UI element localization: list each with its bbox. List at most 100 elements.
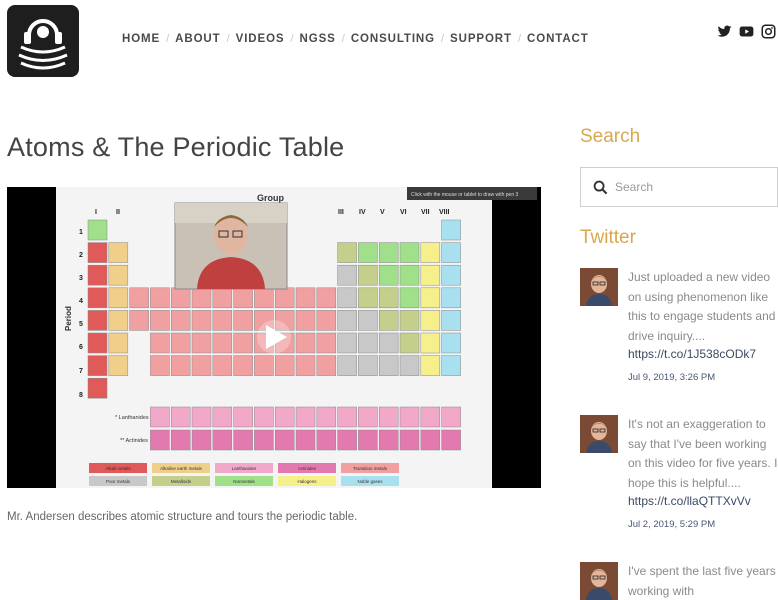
nav-contact[interactable]: CONTACT bbox=[527, 33, 589, 45]
element-cell bbox=[170, 429, 191, 451]
element-cell bbox=[316, 332, 337, 354]
nav-separator: / bbox=[440, 33, 445, 45]
tweet-text: I've spent the last five years working w… bbox=[628, 564, 776, 598]
element-cell bbox=[316, 406, 337, 428]
element-cell bbox=[108, 332, 129, 354]
element-cell bbox=[233, 287, 253, 309]
element-cell bbox=[150, 406, 170, 428]
youtube-icon[interactable] bbox=[739, 24, 754, 39]
element-cell bbox=[150, 310, 170, 331]
nav-separator: / bbox=[517, 33, 522, 45]
element-cell bbox=[212, 429, 233, 451]
group-numeral: VII bbox=[421, 209, 430, 216]
element-cell bbox=[212, 310, 233, 331]
element-cell bbox=[399, 242, 420, 263]
element-cell bbox=[191, 310, 212, 331]
element-cell bbox=[420, 242, 441, 263]
element-cell bbox=[170, 332, 191, 354]
tweet-text: Just uploaded a new video on using pheno… bbox=[628, 270, 776, 343]
element-cell bbox=[87, 355, 108, 376]
site-logo[interactable] bbox=[7, 5, 79, 77]
twitter-icon[interactable] bbox=[717, 24, 732, 39]
avatar[interactable] bbox=[580, 268, 618, 306]
element-cell bbox=[399, 287, 420, 309]
nav-videos[interactable]: VIDEOS bbox=[236, 33, 285, 45]
element-cell bbox=[295, 406, 316, 428]
element-cell bbox=[87, 377, 108, 399]
period-number: 6 bbox=[79, 344, 83, 351]
element-cell bbox=[378, 355, 399, 376]
element-cell bbox=[337, 287, 357, 309]
element-cell bbox=[337, 242, 357, 263]
element-cell bbox=[399, 264, 420, 286]
element-cell bbox=[316, 429, 337, 451]
element-cell bbox=[378, 264, 399, 286]
nav-ngss[interactable]: NGSS bbox=[300, 33, 336, 45]
element-cell bbox=[170, 406, 191, 428]
nav-separator: / bbox=[341, 33, 345, 45]
video-player[interactable]: Click with the mouse or tablet to draw w… bbox=[7, 187, 541, 488]
instagram-icon[interactable] bbox=[761, 24, 776, 39]
element-cell bbox=[316, 355, 337, 376]
element-cell bbox=[233, 429, 253, 451]
element-cell bbox=[441, 332, 461, 354]
tweet-link[interactable]: https://t.co/1J538cODk7 bbox=[628, 347, 756, 361]
period-number: 3 bbox=[79, 275, 83, 282]
element-cell bbox=[358, 406, 378, 428]
avatar[interactable] bbox=[580, 562, 618, 600]
legend-label: Lanthanides bbox=[232, 466, 257, 471]
search-input[interactable] bbox=[615, 176, 765, 198]
nav-separator: / bbox=[290, 33, 294, 45]
element-cell bbox=[378, 332, 399, 354]
element-cell bbox=[399, 332, 420, 354]
element-cell bbox=[274, 287, 295, 309]
group-label: Group bbox=[257, 193, 284, 203]
element-cell bbox=[295, 287, 316, 309]
element-cell bbox=[441, 406, 461, 428]
group-numeral: II bbox=[116, 209, 120, 216]
period-number: 8 bbox=[79, 392, 83, 399]
element-cell bbox=[87, 287, 108, 309]
search-box bbox=[580, 167, 778, 207]
element-cell bbox=[108, 287, 129, 309]
element-cell bbox=[233, 355, 253, 376]
element-cell bbox=[254, 287, 274, 309]
element-cell bbox=[337, 406, 357, 428]
presenter-webcam bbox=[174, 202, 288, 290]
main-nav: HOME / ABOUT / VIDEOS / NGSS / CONSULTIN… bbox=[122, 33, 589, 45]
element-cell bbox=[420, 406, 441, 428]
element-cell bbox=[170, 287, 191, 309]
twitter-heading: Twitter bbox=[580, 227, 636, 248]
nav-consulting[interactable]: CONSULTING bbox=[351, 33, 435, 45]
legend-label: Nonmetals bbox=[233, 479, 255, 484]
search-icon bbox=[593, 180, 608, 195]
element-cell bbox=[191, 406, 212, 428]
element-cell bbox=[420, 429, 441, 451]
nav-about[interactable]: ABOUT bbox=[175, 33, 220, 45]
element-cell bbox=[212, 355, 233, 376]
element-cell bbox=[191, 332, 212, 354]
element-cell bbox=[108, 264, 129, 286]
legend-label: Halogens bbox=[297, 479, 317, 484]
element-cell bbox=[150, 287, 170, 309]
element-cell bbox=[420, 332, 441, 354]
group-numeral: I bbox=[95, 209, 97, 216]
tweet-date[interactable]: Jul 9, 2019, 3:26 PM bbox=[628, 372, 715, 383]
element-cell bbox=[337, 429, 357, 451]
play-icon[interactable] bbox=[257, 320, 291, 354]
nav-support[interactable]: SUPPORT bbox=[450, 33, 512, 45]
period-number: 4 bbox=[79, 298, 83, 305]
element-cell bbox=[108, 242, 129, 263]
social-links bbox=[717, 24, 776, 39]
legend-label: Poor metals bbox=[106, 479, 131, 484]
element-cell bbox=[254, 429, 274, 451]
element-cell bbox=[420, 355, 441, 376]
avatar[interactable] bbox=[580, 415, 618, 453]
tweet-link[interactable]: https://t.co/llaQTTXvVv bbox=[628, 494, 751, 508]
group-numeral: III bbox=[338, 209, 344, 216]
nav-home[interactable]: HOME bbox=[122, 33, 160, 45]
element-cell bbox=[358, 242, 378, 263]
tweet-date[interactable]: Jul 2, 2019, 5:29 PM bbox=[628, 519, 715, 530]
element-cell bbox=[378, 242, 399, 263]
period-number: 5 bbox=[79, 321, 83, 328]
